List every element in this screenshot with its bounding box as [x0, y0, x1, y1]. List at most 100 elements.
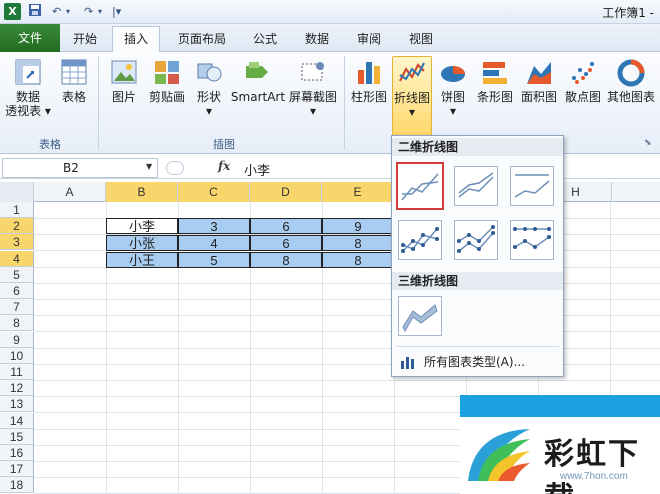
- all-chart-types-button[interactable]: 所有图表类型(A)...: [396, 352, 560, 372]
- clipart-icon: [155, 61, 179, 84]
- name-box[interactable]: B2: [2, 158, 158, 178]
- column-chart-icon: [358, 62, 380, 84]
- area-chart-button[interactable]: 面积图: [518, 56, 560, 104]
- row-header-5[interactable]: 5: [0, 267, 34, 283]
- line-chart-button[interactable]: 折线图 ▾: [392, 56, 432, 136]
- picture-button[interactable]: 图片: [106, 56, 142, 104]
- row-header-17[interactable]: 17: [0, 461, 34, 477]
- select-all-corner[interactable]: [0, 182, 34, 202]
- bar-chart-button[interactable]: 条形图: [474, 56, 516, 104]
- tab-data[interactable]: 数据: [296, 27, 338, 52]
- row-header-1[interactable]: 1: [0, 202, 34, 218]
- row-header-3[interactable]: 3: [0, 234, 34, 250]
- insert-function-icon[interactable]: fx: [218, 159, 230, 173]
- tab-review[interactable]: 审阅: [348, 27, 390, 52]
- row-header-18[interactable]: 18: [0, 477, 34, 493]
- row-header-10[interactable]: 10: [0, 348, 34, 364]
- clipart-button[interactable]: 剪贴画: [146, 56, 188, 104]
- tab-insert[interactable]: 插入: [112, 26, 160, 52]
- redo-dropdown-icon[interactable]: ▾: [98, 3, 102, 20]
- row-header-11[interactable]: 11: [0, 364, 34, 380]
- cell-c4[interactable]: 5: [178, 252, 250, 268]
- shapes-button[interactable]: 形状 ▾: [192, 56, 226, 118]
- cell-e3[interactable]: 8: [322, 235, 394, 251]
- gridline-row: [34, 299, 660, 300]
- cell-d3[interactable]: 6: [250, 235, 322, 251]
- cell-e4[interactable]: 8: [322, 252, 394, 268]
- cell-d4[interactable]: 8: [250, 252, 322, 268]
- tab-page-layout[interactable]: 页面布局: [166, 27, 238, 52]
- formula-input[interactable]: 小李: [244, 160, 270, 179]
- row-header-7[interactable]: 7: [0, 299, 34, 315]
- line-chart-dropdown: 二维折线图 三维折线图 所有图表类型(A)...: [391, 135, 564, 377]
- screenshot-button[interactable]: 屏幕截图 ▾: [288, 56, 338, 118]
- scatter-chart-icon: [572, 62, 594, 84]
- 100-stacked-line-option[interactable]: [510, 166, 554, 206]
- row-header-15[interactable]: 15: [0, 429, 34, 445]
- customize-toolbar-icon[interactable]: |▾: [112, 3, 121, 20]
- row-header-16[interactable]: 16: [0, 445, 34, 461]
- row-header-2[interactable]: 2: [0, 218, 34, 234]
- pie-chart-icon: [441, 66, 465, 82]
- save-icon[interactable]: [28, 3, 42, 20]
- cell-c2[interactable]: 3: [178, 218, 250, 234]
- cell-c3[interactable]: 4: [178, 235, 250, 251]
- collapse-handle[interactable]: [166, 161, 184, 175]
- line-markers-option[interactable]: [398, 220, 442, 260]
- col-header-e[interactable]: E: [322, 182, 394, 202]
- group-label-tables: 表格: [39, 138, 61, 151]
- table-icon: [61, 59, 87, 85]
- gridline-row: [34, 331, 660, 332]
- cell-b2[interactable]: 小李: [106, 218, 178, 234]
- pie-chart-button[interactable]: 饼图 ▾: [436, 56, 470, 118]
- line-chart-option[interactable]: [396, 162, 444, 210]
- cell-b4[interactable]: 小王: [106, 252, 178, 268]
- tab-formulas[interactable]: 公式: [244, 27, 286, 52]
- col-header-a[interactable]: A: [34, 182, 106, 202]
- col-header-c[interactable]: C: [178, 182, 250, 202]
- smartart-button[interactable]: SmartArt: [230, 56, 286, 104]
- 3d-line-option[interactable]: [398, 296, 442, 336]
- stacked-line-option[interactable]: [454, 166, 498, 206]
- rainbow-logo-icon: [468, 429, 530, 481]
- section-2d-line: 二维折线图: [392, 138, 563, 156]
- 100-stacked-line-markers-option[interactable]: [510, 220, 554, 260]
- watermark-url: www.7hon.com: [560, 471, 628, 482]
- gridline-row: [34, 380, 660, 381]
- column-chart-button[interactable]: 柱形图: [348, 56, 390, 104]
- tab-home[interactable]: 开始: [62, 27, 108, 52]
- pivottable-button[interactable]: 数据 透视表 ▾: [4, 56, 52, 118]
- namebox-dropdown-icon[interactable]: ▼: [146, 162, 152, 171]
- redo-icon[interactable]: ↷: [84, 3, 93, 20]
- row-header-12[interactable]: 12: [0, 380, 34, 396]
- col-header-d[interactable]: D: [250, 182, 322, 202]
- cell-e2[interactable]: 9: [322, 218, 394, 234]
- gridline-row: [34, 348, 660, 349]
- excel-logo-icon: X: [4, 3, 21, 20]
- document-title: 工作簿1 -: [602, 6, 654, 20]
- table-button[interactable]: 表格: [56, 56, 92, 104]
- gridline-row: [34, 283, 660, 284]
- undo-dropdown-icon[interactable]: ▾: [66, 3, 70, 20]
- chart-types-icon: [401, 357, 414, 369]
- row-header-14[interactable]: 14: [0, 413, 34, 429]
- dialog-launcher-icon[interactable]: ⬊: [644, 138, 652, 148]
- col-header-b[interactable]: B: [106, 182, 178, 202]
- tab-file[interactable]: 文件: [0, 24, 60, 52]
- cell-d2[interactable]: 6: [250, 218, 322, 234]
- section-3d-line: 三维折线图: [392, 272, 563, 290]
- undo-icon[interactable]: ↶: [52, 3, 61, 20]
- scatter-chart-button[interactable]: 散点图: [562, 56, 604, 104]
- stacked-line-markers-option[interactable]: [454, 220, 498, 260]
- area-chart-icon: [527, 62, 551, 84]
- row-header-8[interactable]: 8: [0, 315, 34, 331]
- other-charts-button[interactable]: 其他图表: [604, 56, 658, 104]
- cell-b3[interactable]: 小张: [106, 235, 178, 251]
- row-header-13[interactable]: 13: [0, 396, 34, 412]
- row-header-6[interactable]: 6: [0, 283, 34, 299]
- gridline-row: [34, 364, 660, 365]
- row-header-4[interactable]: 4: [0, 251, 34, 267]
- row-header-9[interactable]: 9: [0, 332, 34, 348]
- tab-view[interactable]: 视图: [400, 27, 442, 52]
- title-bar: X ↶ ▾ ↷ ▾ |▾ 工作簿1 -: [0, 0, 660, 24]
